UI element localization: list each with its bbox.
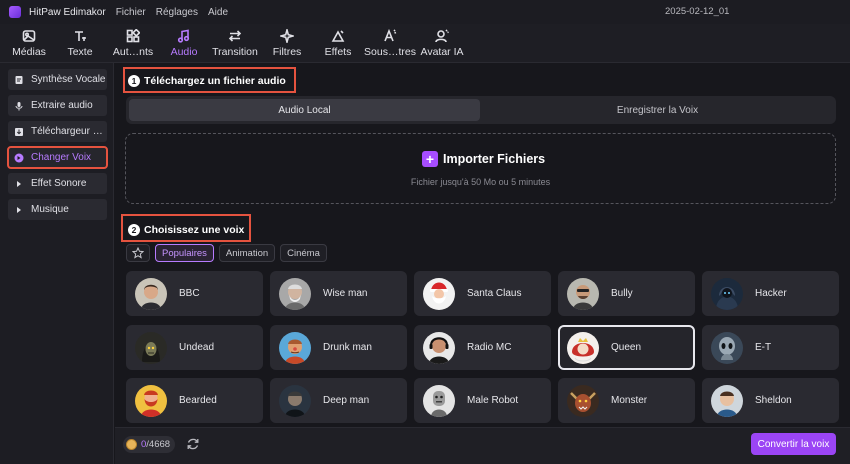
sidebar-item-sound-effects[interactable]: Effet Sonore	[8, 173, 107, 194]
music-note-icon	[176, 28, 192, 44]
sidebar-item-extract-audio[interactable]: Extraire audio	[8, 95, 107, 116]
voice-section-title: 2 Choisissez une voix	[128, 224, 244, 236]
avatar	[135, 277, 167, 310]
app-logo-icon	[9, 6, 21, 18]
avatar	[135, 331, 167, 364]
tool-audio[interactable]: Audio	[170, 26, 198, 62]
avatar	[711, 331, 743, 364]
credits-badge: 0/4668	[123, 436, 176, 453]
avatar	[279, 277, 311, 310]
import-hint: Fichier jusqu'à 50 Mo ou 5 minutes	[410, 177, 551, 187]
avatar	[423, 384, 455, 417]
voice-card-radio-mc[interactable]: Radio MC	[414, 325, 551, 370]
voice-card-bbc[interactable]: BBC	[126, 271, 263, 316]
transition-arrows-icon	[227, 28, 243, 44]
voice-card-santa-claus[interactable]: Santa Claus	[414, 271, 551, 316]
filter-popular[interactable]: Populaires	[155, 244, 214, 262]
voice-card-bearded[interactable]: Bearded	[126, 378, 263, 423]
tab-local-audio[interactable]: Audio Local	[129, 99, 480, 121]
voice-card-deep-man[interactable]: Deep man	[270, 378, 407, 423]
menu-file[interactable]: Fichier	[116, 7, 146, 18]
voice-card-queen[interactable]: Queen	[558, 325, 695, 370]
voice-card-sheldon[interactable]: Sheldon	[702, 378, 839, 423]
import-files-button[interactable]: + Importer Fichiers	[422, 151, 545, 167]
tool-avatar-ai[interactable]: Avatar IA	[420, 26, 464, 62]
tool-text[interactable]: Texte	[66, 26, 94, 62]
voice-card-et[interactable]: E-T	[702, 325, 839, 370]
sparkle-icon	[279, 28, 295, 44]
filter-animation[interactable]: Animation	[218, 244, 276, 262]
voice-card-hacker[interactable]: Hacker	[702, 271, 839, 316]
avatar	[711, 384, 743, 417]
download-icon	[14, 127, 24, 137]
tool-filters[interactable]: Filtres	[273, 26, 301, 62]
voice-card-male-robot[interactable]: Male Robot	[414, 378, 551, 423]
favorites-star-icon[interactable]	[126, 244, 150, 262]
voice-card-undead[interactable]: Undead	[126, 325, 263, 370]
avatar	[279, 384, 311, 417]
sidebar-item-text-to-speech[interactable]: Synthèse Vocale	[8, 69, 107, 90]
subtitle-icon	[382, 28, 398, 44]
tool-effects[interactable]: Effets	[325, 26, 351, 62]
audio-source-tabs: Audio Local Enregistrer la Voix	[126, 96, 836, 124]
media-icon	[21, 28, 37, 44]
voice-card-bully[interactable]: Bully	[558, 271, 695, 316]
voice-change-icon	[14, 153, 24, 163]
upload-section-title: 1 Téléchargez un fichier audio	[128, 75, 286, 87]
coin-icon	[126, 439, 137, 450]
voice-changer-panel: 1 Téléchargez un fichier audio Audio Loc…	[115, 63, 850, 464]
text-icon	[72, 28, 88, 44]
voice-card-wise-man[interactable]: Wise man	[270, 271, 407, 316]
document-voice-icon	[14, 75, 24, 85]
voice-filter-row: Populaires Animation Cinéma	[126, 244, 332, 262]
filter-cinema[interactable]: Cinéma	[280, 244, 327, 262]
tool-subtitles[interactable]: Sous…tres	[364, 26, 416, 62]
convert-voice-button[interactable]: Convertir la voix	[751, 433, 836, 455]
sidebar-item-music[interactable]: Musique	[8, 199, 107, 220]
avatar	[711, 277, 743, 310]
file-dropzone[interactable]: + Importer Fichiers Fichier jusqu'à 50 M…	[125, 133, 836, 204]
left-sidebar: Synthèse Vocale Extraire audio Télécharg…	[0, 63, 114, 464]
tool-transition[interactable]: Transition	[212, 26, 258, 62]
bottom-bar: 0/4668 Convertir la voix	[115, 427, 850, 464]
triangle-right-icon	[14, 205, 24, 215]
voice-card-monster[interactable]: Monster	[558, 378, 695, 423]
elements-icon	[125, 28, 141, 44]
effects-icon	[330, 28, 346, 44]
avatar	[567, 331, 599, 364]
avatar	[423, 331, 455, 364]
sidebar-item-downloader[interactable]: Téléchargeur …	[8, 121, 107, 142]
tab-record-voice[interactable]: Enregistrer la Voix	[482, 99, 833, 121]
plus-icon: +	[422, 151, 438, 167]
sidebar-item-voice-changer[interactable]: Changer Voix	[7, 146, 108, 169]
avatar-ai-icon	[434, 28, 450, 44]
refresh-icon[interactable]	[186, 437, 200, 451]
microphone-icon	[14, 101, 24, 111]
tool-media[interactable]: Médias	[12, 26, 46, 62]
menu-help[interactable]: Aide	[208, 7, 228, 18]
menu-settings[interactable]: Réglages	[156, 7, 198, 18]
avatar	[279, 331, 311, 364]
avatar	[567, 384, 599, 417]
triangle-right-icon	[14, 179, 24, 189]
app-name: HitPaw Edimakor	[29, 6, 106, 18]
project-name: 2025-02-12_01	[665, 6, 730, 17]
avatar	[135, 384, 167, 417]
voice-card-drunk-man[interactable]: Drunk man	[270, 325, 407, 370]
avatar	[423, 277, 455, 310]
avatar	[567, 277, 599, 310]
credits-total: /4668	[146, 439, 171, 450]
title-bar: HitPaw Edimakor Fichier Réglages Aide 20…	[0, 0, 850, 24]
main-toolbar: Médias Texte Aut…nts Audio Transition Fi…	[0, 24, 850, 63]
tool-elements[interactable]: Aut…nts	[113, 26, 153, 62]
